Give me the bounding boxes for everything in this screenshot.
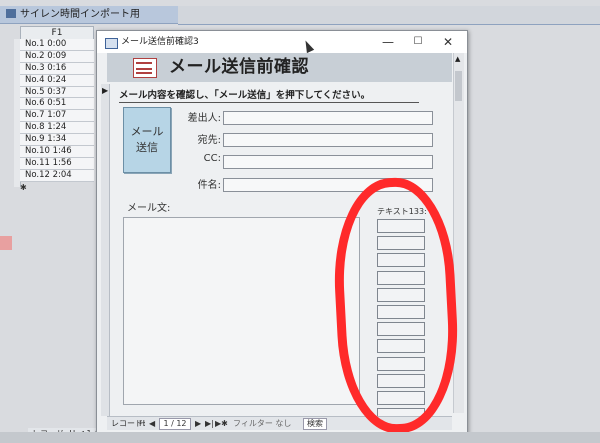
- table-row[interactable]: No.11 1:56: [20, 157, 94, 170]
- textbox133-label: テキスト133:: [377, 207, 427, 216]
- table-row[interactable]: No.8 1:24: [20, 122, 94, 135]
- textbox133-field[interactable]: [377, 304, 425, 319]
- textbox133-field[interactable]: [377, 339, 425, 354]
- dialog-title: メール送信前確認3: [121, 37, 199, 47]
- form-header: メール送信前確認: [107, 53, 452, 82]
- status-bar: [0, 432, 600, 443]
- table-row[interactable]: No.9 1:34: [20, 134, 94, 147]
- tab-siren-import[interactable]: サイレン時間インポート用: [0, 6, 178, 24]
- table-icon: [6, 9, 16, 18]
- prev-record-button[interactable]: ◀: [149, 417, 155, 430]
- tab-label: サイレン時間インポート用: [20, 9, 140, 20]
- instruction-text: メール内容を確認し、「メール送信」を押下してください。: [119, 87, 419, 103]
- new-record-marker: ✱: [20, 183, 27, 192]
- maximize-button[interactable]: ☐: [405, 31, 431, 53]
- table-row[interactable]: No.10 1:46: [20, 146, 94, 158]
- textbox133-field[interactable]: [377, 390, 425, 405]
- column-header-f1[interactable]: F1: [20, 26, 94, 40]
- page-title: メール送信前確認: [169, 57, 309, 77]
- close-button[interactable]: ✕: [435, 31, 461, 53]
- record-selector[interactable]: ▶: [101, 84, 110, 416]
- scroll-thumb[interactable]: [455, 71, 462, 101]
- scroll-up-icon[interactable]: ▲: [455, 55, 460, 63]
- table-row[interactable]: No.4 0:24: [20, 74, 94, 87]
- sender-field[interactable]: [223, 111, 433, 125]
- subject-field[interactable]: [223, 178, 433, 192]
- textbox133-field[interactable]: [377, 270, 425, 285]
- send-button-label-2: 送信: [136, 141, 158, 154]
- body-label: メール文:: [127, 203, 171, 214]
- to-label: 宛先:: [197, 135, 221, 146]
- textbox133-field[interactable]: [377, 236, 425, 251]
- to-field[interactable]: [223, 133, 433, 147]
- table-row[interactable]: No.2 0:09: [20, 50, 94, 63]
- textbox133-field[interactable]: [377, 287, 425, 302]
- table-row[interactable]: No.1 0:00: [20, 39, 94, 51]
- minimize-button[interactable]: —: [375, 31, 401, 53]
- mail-confirm-dialog: メール送信前確認3 — ☐ ✕ メール送信前確認 ▶ ▲ メール内容を確認し、「…: [96, 30, 468, 434]
- next-record-button[interactable]: ▶: [195, 417, 201, 430]
- sender-label: 差出人:: [187, 113, 221, 124]
- table-row[interactable]: No.5 0:37: [20, 86, 94, 99]
- cc-field[interactable]: [223, 155, 433, 169]
- filter-status[interactable]: フィルター なし: [233, 417, 291, 430]
- table-row[interactable]: No.7 1:07: [20, 110, 94, 123]
- search-box[interactable]: 検索: [303, 418, 327, 430]
- tab-strip: [178, 6, 600, 25]
- textbox133-list: [377, 219, 425, 425]
- new-record-button[interactable]: ▶✱: [215, 417, 228, 430]
- red-indicator: [0, 236, 12, 250]
- current-record-field[interactable]: 1 / 12: [159, 418, 191, 430]
- textbox133-field[interactable]: [377, 356, 425, 371]
- textbox133-field[interactable]: [377, 373, 425, 388]
- cc-label: CC:: [203, 153, 221, 164]
- record-navigator: レコード: H ◀ 1 / 12 ▶ ▶| ▶✱ フィルター なし 検索: [107, 416, 452, 430]
- mail-form-icon: [133, 58, 157, 78]
- datasheet-rows: No.1 0:00 No.2 0:09 No.3 0:16 No.4 0:24 …: [20, 39, 94, 182]
- subject-label: 件名:: [197, 180, 221, 191]
- table-row[interactable]: No.3 0:16: [20, 62, 94, 75]
- table-row[interactable]: No.12 2:04: [20, 169, 94, 182]
- textbox133-field[interactable]: [377, 219, 425, 233]
- textbox133-field[interactable]: [377, 253, 425, 268]
- last-record-button[interactable]: ▶|: [205, 417, 214, 430]
- current-record-arrow-icon: ▶: [102, 86, 109, 95]
- table-row[interactable]: No.6 0:51: [20, 98, 94, 111]
- first-record-button[interactable]: H: [139, 417, 145, 430]
- dialog-titlebar[interactable]: メール送信前確認3 — ☐ ✕: [97, 31, 467, 53]
- form-icon: [105, 38, 118, 49]
- vertical-scrollbar[interactable]: ▲: [453, 53, 464, 413]
- mail-body-textarea[interactable]: [123, 217, 360, 405]
- send-mail-button[interactable]: メール 送信: [123, 107, 171, 173]
- textbox133-field[interactable]: [377, 322, 425, 337]
- send-button-label-1: メール: [130, 125, 164, 138]
